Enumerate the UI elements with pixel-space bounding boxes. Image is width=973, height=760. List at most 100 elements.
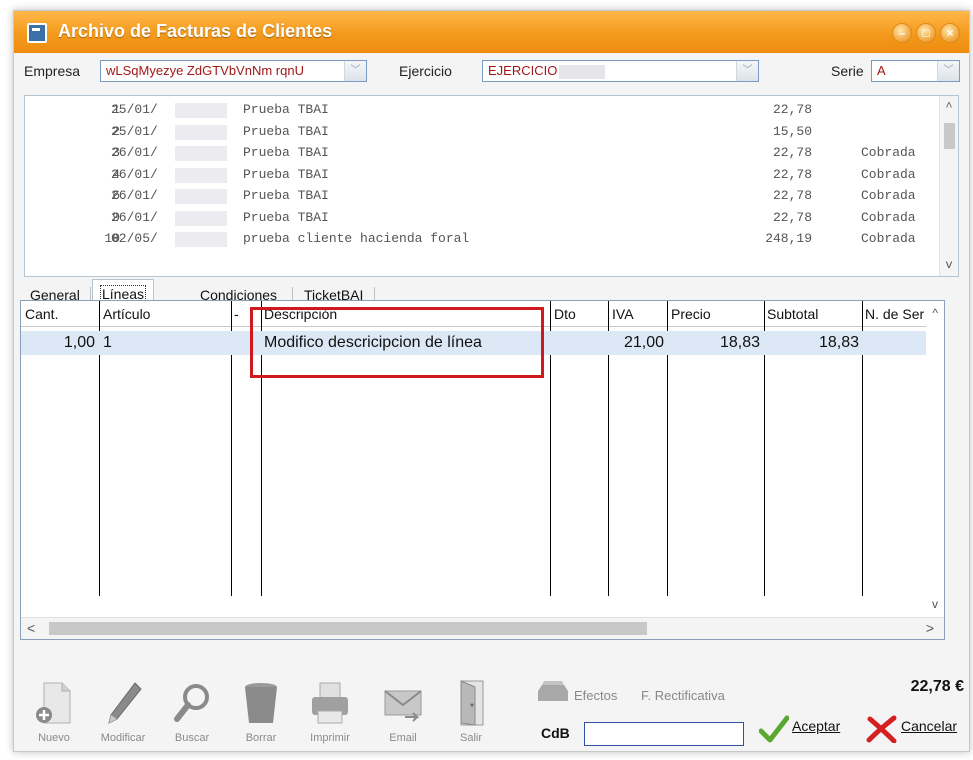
invoice-status: Cobrada xyxy=(861,209,916,225)
cell-precio[interactable]: 18,83 xyxy=(668,334,760,352)
maximize-button[interactable]: □ xyxy=(916,23,936,43)
window-title: Archivo de Facturas de Clientes xyxy=(58,21,333,41)
scroll-thumb[interactable] xyxy=(944,123,955,149)
list-item[interactable]: 2 25/01/Prueba TBAI 15,50 xyxy=(25,122,940,143)
footer-toolbar: Nuevo Modificar Buscar Borrar Imprimir E… xyxy=(0,655,973,760)
scroll-right-icon[interactable]: > xyxy=(926,620,934,636)
col-descripcion[interactable]: Descripción xyxy=(264,306,337,322)
list-item[interactable]: 1 25/01/Prueba TBAI 22,78 xyxy=(25,100,940,121)
invoice-list[interactable]: 1 25/01/Prueba TBAI 22,78 2 25/01/Prueba TBA… xyxy=(24,95,959,277)
invoice-description: Prueba TBAI xyxy=(243,102,329,117)
hscroll-thumb[interactable] xyxy=(49,622,647,635)
aceptar-button[interactable]: Aceptar xyxy=(792,718,840,734)
list-item[interactable]: 3 26/01/Prueba TBAI 22,78 Cobrada xyxy=(25,143,940,164)
pencil-icon xyxy=(108,682,142,724)
invoice-description: Prueba TBAI xyxy=(243,123,329,139)
buscar-label: Buscar xyxy=(174,732,210,744)
envelope-icon xyxy=(384,690,422,722)
invoice-amount: 22,78 xyxy=(772,166,812,182)
salir-label: Salir xyxy=(459,732,482,744)
imprimir-button[interactable]: Imprimir xyxy=(302,679,358,751)
invoice-status: Cobrada xyxy=(861,145,916,160)
ejercicio-select[interactable]: EJERCICIO ﹀ xyxy=(482,60,759,82)
efectos-link[interactable]: Efectos xyxy=(574,688,617,703)
trash-icon xyxy=(245,683,277,723)
grid-hscrollbar[interactable]: < > xyxy=(21,617,944,639)
email-button[interactable]: Email xyxy=(375,679,431,751)
new-document-icon xyxy=(36,682,71,724)
nuevo-button[interactable]: Nuevo xyxy=(26,679,82,751)
efectos-icon xyxy=(538,681,568,701)
invoice-description: Prueba TBAI xyxy=(243,166,329,182)
table-row[interactable]: 1,00 1 Modifico descricipcion de línea 2… xyxy=(21,331,926,355)
ejercicio-label: Ejercicio xyxy=(399,63,452,79)
cell-subtotal[interactable]: 18,83 xyxy=(765,334,859,352)
grid-scroll-down-icon[interactable]: v xyxy=(932,597,938,611)
redacted-block xyxy=(175,124,227,140)
list-item[interactable]: 9 26/01/Prueba TBAI 22,78 Cobrada xyxy=(25,208,940,229)
scroll-down-icon[interactable]: v xyxy=(940,256,958,274)
invoice-amount: 248,19 xyxy=(765,231,812,246)
app-icon xyxy=(27,23,47,43)
invoice-date: 26/01/ xyxy=(111,209,158,225)
serie-dropdown-icon[interactable]: ﹀ xyxy=(937,61,959,81)
col-dash[interactable]: - xyxy=(234,306,239,322)
invoice-amount: 22,78 xyxy=(772,209,812,225)
cell-descripcion[interactable]: Modifico descricipcion de línea xyxy=(264,334,482,352)
empresa-select[interactable]: wLSqMyezye ZdGTVbVnNm rqnU ﹀ xyxy=(100,60,367,82)
email-label: Email xyxy=(389,732,417,744)
salir-button[interactable]: Salir xyxy=(443,679,499,751)
scroll-left-icon[interactable]: < xyxy=(27,620,35,636)
cdb-label: CdB xyxy=(541,725,570,741)
close-button[interactable]: × xyxy=(940,23,960,43)
list-item[interactable]: 6 26/01/Prueba TBAI 22,78 Cobrada xyxy=(25,186,940,207)
invoice-date: 25/01/ xyxy=(111,102,158,117)
invoice-amount: 22,78 xyxy=(772,188,812,203)
lines-grid[interactable]: Cant. Artículo - Descripción Dto IVA Pre… xyxy=(20,300,945,640)
list-item[interactable]: 4 26/01/Prueba TBAI 22,78 Cobrada xyxy=(25,165,940,186)
borrar-button[interactable]: Borrar xyxy=(233,679,289,751)
invoice-description: Prueba TBAI xyxy=(243,209,329,225)
cancelar-button[interactable]: Cancelar xyxy=(901,718,957,734)
cell-articulo[interactable]: 1 xyxy=(103,334,112,352)
minimize-button[interactable]: – xyxy=(892,23,912,43)
ejercicio-dropdown-icon[interactable]: ﹀ xyxy=(736,61,758,81)
invoice-total: 22,78 € xyxy=(910,678,964,695)
invoice-status: Cobrada xyxy=(861,166,916,182)
list-scrollbar[interactable]: ^ v xyxy=(939,96,958,276)
empresa-dropdown-icon[interactable]: ﹀ xyxy=(344,61,366,81)
cell-cant[interactable]: 1,00 xyxy=(21,334,95,352)
invoice-date: 02/05/ xyxy=(111,231,158,246)
rectificativa-link[interactable]: F. Rectificativa xyxy=(641,688,725,703)
col-iva[interactable]: IVA xyxy=(612,306,634,322)
title-bar[interactable]: Archivo de Facturas de Clientes – □ × xyxy=(14,11,969,53)
col-serie[interactable]: N. de Serie xyxy=(865,306,925,322)
buscar-button[interactable]: Buscar xyxy=(164,679,220,751)
col-cant[interactable]: Cant. xyxy=(25,306,58,322)
redacted-block xyxy=(175,189,227,204)
invoice-description: prueba cliente hacienda foral xyxy=(243,231,470,246)
scroll-up-icon[interactable]: ^ xyxy=(940,98,958,116)
redacted-block xyxy=(175,146,227,161)
magnifier-icon xyxy=(174,684,209,722)
nuevo-label: Nuevo xyxy=(38,732,70,744)
grid-header: Cant. Artículo - Descripción Dto IVA Pre… xyxy=(21,301,926,327)
serie-select[interactable]: A ﹀ xyxy=(871,60,960,82)
col-dto[interactable]: Dto xyxy=(554,306,576,322)
col-subtotal[interactable]: Subtotal xyxy=(767,306,818,322)
col-precio[interactable]: Precio xyxy=(671,306,711,322)
imprimir-label: Imprimir xyxy=(310,732,350,744)
modificar-label: Modificar xyxy=(100,732,146,744)
list-item[interactable]: 10 02/05/prueba cliente hacienda foral 248… xyxy=(25,229,940,250)
invoice-date: 25/01/ xyxy=(111,123,158,139)
col-articulo[interactable]: Artículo xyxy=(103,306,150,322)
cell-iva[interactable]: 21,00 xyxy=(609,334,664,352)
grid-scroll-up-icon[interactable]: ^ xyxy=(932,306,938,320)
redacted-block xyxy=(175,167,227,183)
redacted-block xyxy=(175,210,227,226)
cdb-input[interactable] xyxy=(584,722,744,746)
cancelar-label: Cancelar xyxy=(901,718,958,734)
invoice-description: Prueba TBAI xyxy=(243,188,329,203)
invoice-amount: 22,78 xyxy=(772,145,812,160)
modificar-button[interactable]: Modificar xyxy=(95,679,151,751)
